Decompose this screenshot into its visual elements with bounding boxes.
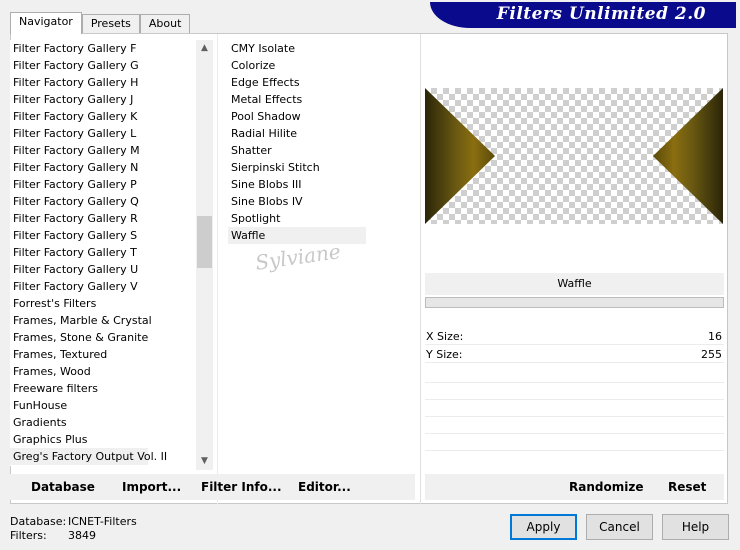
column-divider xyxy=(420,34,421,504)
list-item[interactable]: Graphics Plus xyxy=(10,431,195,448)
param-value[interactable]: 16 xyxy=(708,328,722,345)
list-item[interactable]: Filter Factory Gallery R xyxy=(10,210,195,227)
status-database-value: ICNET-Filters xyxy=(68,515,137,528)
list-item[interactable]: Filter Factory Gallery Q xyxy=(10,193,195,210)
list-item[interactable]: Filter Factory Gallery J xyxy=(10,91,195,108)
app-title: Filters Unlimited 2.0 xyxy=(496,4,706,24)
list-item[interactable]: Spotlight xyxy=(228,210,408,227)
param-value[interactable]: 255 xyxy=(701,346,722,363)
list-item[interactable]: FunHouse xyxy=(10,397,195,414)
list-item[interactable]: Sierpinski Stitch xyxy=(228,159,408,176)
editor-button[interactable]: Editor... xyxy=(298,474,351,500)
list-item[interactable]: Filter Factory Gallery H xyxy=(10,74,195,91)
list-item[interactable]: Filter Factory Gallery T xyxy=(10,244,195,261)
bottom-toolbar-right: Randomize Reset xyxy=(425,474,724,500)
list-item[interactable]: Frames, Wood xyxy=(10,363,195,380)
import-button[interactable]: Import... xyxy=(122,474,181,500)
empty-param-row xyxy=(425,382,724,383)
list-item[interactable]: Metal Effects xyxy=(228,91,408,108)
param-row-y-size[interactable]: Y Size: 255 xyxy=(425,346,724,363)
status-filters-value: 3849 xyxy=(68,529,96,542)
list-item[interactable]: Waffle xyxy=(228,227,366,244)
preview-image xyxy=(425,88,723,224)
list-item[interactable]: Filter Factory Gallery S xyxy=(10,227,195,244)
filter-info-button[interactable]: Filter Info... xyxy=(201,474,282,500)
list-item[interactable]: Frames, Stone & Granite xyxy=(10,329,195,346)
list-item[interactable]: Filter Factory Gallery F xyxy=(10,40,195,57)
list-item[interactable]: CMY Isolate xyxy=(228,40,408,57)
tab-about[interactable]: About xyxy=(139,14,191,34)
status-database: Database: ICNET-Filters xyxy=(10,515,137,528)
list-item[interactable]: Freeware filters xyxy=(10,380,195,397)
bottom-toolbar-left: Database Import... Filter Info... Editor… xyxy=(10,474,415,500)
status-filters: Filters: 3849 xyxy=(10,529,96,542)
scrollbar-thumb[interactable] xyxy=(197,216,212,268)
column-divider xyxy=(217,34,218,504)
status-filters-label: Filters: xyxy=(10,529,47,542)
list-item[interactable]: Filter Factory Gallery K xyxy=(10,108,195,125)
list-item[interactable]: Filter Factory Gallery V xyxy=(10,278,195,295)
list-item[interactable]: Greg's Factory Output Vol. II xyxy=(10,448,167,465)
list-item[interactable]: Filter Factory Gallery P xyxy=(10,176,195,193)
database-button[interactable]: Database xyxy=(31,474,95,500)
chevron-down-icon[interactable]: ▼ xyxy=(196,453,213,470)
list-item[interactable]: Gradients xyxy=(10,414,195,431)
list-item[interactable]: Forrest's Filters xyxy=(10,295,195,312)
list-item[interactable]: Frames, Textured xyxy=(10,346,195,363)
tab-navigator[interactable]: Navigator xyxy=(10,12,82,34)
list-item[interactable]: Edge Effects xyxy=(228,74,408,91)
list-item[interactable]: Filter Factory Gallery N xyxy=(10,159,195,176)
randomize-button[interactable]: Randomize xyxy=(569,474,643,500)
param-label: Y Size: xyxy=(426,348,463,361)
tab-bar: Navigator Presets About xyxy=(10,12,191,34)
progress-bar xyxy=(425,297,724,308)
list-item[interactable]: Sine Blobs IV xyxy=(228,193,408,210)
list-item[interactable]: Pool Shadow xyxy=(228,108,408,125)
list-item[interactable]: Filter Factory Gallery M xyxy=(10,142,195,159)
status-database-label: Database: xyxy=(10,515,67,528)
empty-param-row xyxy=(425,416,724,417)
empty-param-row xyxy=(425,433,724,434)
list-item[interactable]: Filter Factory Gallery U xyxy=(10,261,195,278)
category-scrollbar[interactable]: ▲ ▼ xyxy=(196,40,213,470)
cancel-button[interactable]: Cancel xyxy=(586,514,653,540)
help-button[interactable]: Help xyxy=(662,514,729,540)
list-item[interactable]: Frames, Marble & Crystal xyxy=(10,312,195,329)
list-item[interactable]: Radial Hilite xyxy=(228,125,408,142)
reset-button[interactable]: Reset xyxy=(668,474,706,500)
param-row-x-size[interactable]: X Size: 16 xyxy=(425,328,724,345)
empty-param-row xyxy=(425,399,724,400)
selected-filter-name: Waffle xyxy=(425,273,724,295)
chevron-up-icon[interactable]: ▲ xyxy=(196,40,213,57)
apply-button[interactable]: Apply xyxy=(510,514,577,540)
list-item[interactable]: Filter Factory Gallery G xyxy=(10,57,195,74)
list-item[interactable]: Colorize xyxy=(228,57,408,74)
tab-presets[interactable]: Presets xyxy=(81,14,140,34)
title-banner: Filters Unlimited 2.0 xyxy=(430,2,736,28)
category-list: Filter Factory Gallery F Filter Factory G… xyxy=(10,40,195,466)
list-item[interactable]: Shatter xyxy=(228,142,408,159)
param-label: X Size: xyxy=(426,330,464,343)
empty-param-row xyxy=(425,450,724,451)
list-item[interactable]: Filter Factory Gallery L xyxy=(10,125,195,142)
list-item[interactable]: Sine Blobs III xyxy=(228,176,408,193)
